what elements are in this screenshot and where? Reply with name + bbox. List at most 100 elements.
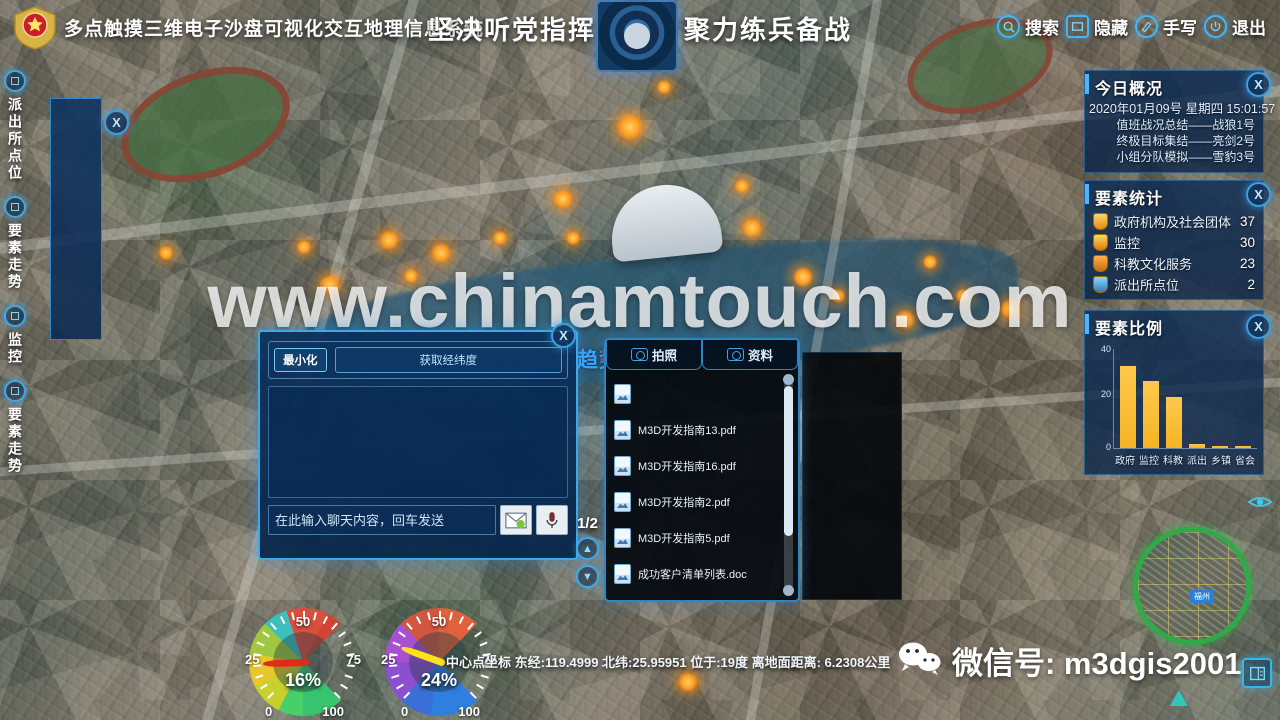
layer-icon xyxy=(4,70,26,92)
chart-x-tick-label: 派出 xyxy=(1187,456,1207,467)
stat-row[interactable]: 监控 30 xyxy=(1085,232,1263,253)
left-layer-rail: 派出所点位 要素走势 监控 要素走势 xyxy=(2,70,28,489)
toolbar-exit-label: 退出 xyxy=(1232,19,1266,38)
page-indicator: 1/2 xyxy=(577,515,598,532)
chevron-up-icon[interactable]: ▲ xyxy=(576,537,599,560)
map-navigation-arrow[interactable] xyxy=(1170,690,1188,706)
map-poi-marker[interactable] xyxy=(492,230,508,246)
stat-value: 37 xyxy=(1239,214,1255,229)
today-line: 终极目标集结——亮剑2号 xyxy=(1116,134,1255,148)
sidebar-item-police-stations[interactable]: 派出所点位 xyxy=(2,70,28,182)
stat-row[interactable]: 政府机构及社会团体 37 xyxy=(1085,211,1263,232)
map-poi-marker[interactable] xyxy=(999,298,1021,320)
toolbar-search[interactable]: 搜索 xyxy=(997,14,1059,39)
map-poi-marker[interactable] xyxy=(565,230,581,246)
sidebar-item-monitoring[interactable]: 监控 xyxy=(2,305,28,366)
list-item[interactable] xyxy=(614,592,794,602)
map-poi-marker[interactable] xyxy=(792,266,814,288)
file-name: M3D开发指南5.pdf xyxy=(638,533,730,545)
stat-value: 30 xyxy=(1239,235,1255,250)
chat-toolbar: 最小化 获取经纬度 xyxy=(268,341,568,379)
top-toolbar: 搜索 隐藏 手写 退出 xyxy=(997,14,1266,39)
file-name: M3D开发指南2.pdf xyxy=(638,497,730,509)
camera-icon xyxy=(630,348,648,361)
image-file-icon xyxy=(614,456,631,476)
map-poi-marker[interactable] xyxy=(734,178,750,194)
stat-row[interactable]: 科教文化服务 23 xyxy=(1085,253,1263,274)
map-poi-marker[interactable] xyxy=(922,254,938,270)
today-datetime: 2020年01月09号 星期四 15:01:57 xyxy=(1089,102,1276,116)
eye-icon[interactable] xyxy=(1247,494,1273,510)
wechat-icon xyxy=(898,641,942,680)
map-poi-marker[interactable] xyxy=(430,242,452,264)
sidebar-item-element-trend-2[interactable]: 要素走势 xyxy=(2,380,28,475)
gauge-value-2: 24% xyxy=(420,670,458,690)
file-list[interactable]: M3D开发指南13.pdf M3D开发指南16.pdf M3D开发指南2.pdf M3… xyxy=(606,370,798,602)
map-poi-marker[interactable] xyxy=(677,671,699,693)
chart-panel-close-button[interactable]: X xyxy=(1246,314,1271,339)
sidebar-item-element-trend-1[interactable]: 要素走势 xyxy=(2,196,28,291)
chart-bar xyxy=(1235,446,1252,448)
map-poi-marker[interactable] xyxy=(656,79,672,95)
scroll-up-dot[interactable] xyxy=(783,374,794,385)
slogan-left: 坚决听党指挥 xyxy=(428,15,597,45)
chevron-down-icon[interactable]: ▼ xyxy=(576,565,599,588)
chat-input[interactable] xyxy=(268,505,496,535)
map-poi-marker[interactable] xyxy=(403,268,419,284)
panel-accent-bar xyxy=(1085,184,1089,204)
microphone-icon[interactable] xyxy=(536,505,568,535)
toolbar-handwriting[interactable]: 手写 xyxy=(1135,14,1197,39)
stat-row[interactable]: 派出所点位 2 xyxy=(1085,274,1263,295)
stat-name: 科教文化服务 xyxy=(1114,257,1193,272)
y-tick: 40 xyxy=(1100,344,1111,354)
file-list-scrollbar[interactable] xyxy=(783,374,794,596)
list-item[interactable]: M3D开发指南13.pdf xyxy=(614,412,794,448)
tab-photo[interactable]: 拍照 xyxy=(606,340,702,370)
scrollbar-thumb[interactable] xyxy=(784,386,793,536)
map-poi-marker[interactable] xyxy=(319,274,341,296)
scroll-down-dot[interactable] xyxy=(783,585,794,596)
list-item[interactable]: 成功客户清单列表.doc xyxy=(614,556,794,592)
application-root: www.chinamtouch.com 成都趋势 有限责任公司 多点触摸三维电子… xyxy=(0,0,1280,720)
map-poi-marker[interactable] xyxy=(894,309,916,331)
police-emblem-icon xyxy=(10,5,60,51)
map-poi-marker[interactable] xyxy=(378,229,400,251)
left-panel-close-button[interactable]: X xyxy=(104,110,129,135)
image-file-icon xyxy=(614,564,631,584)
list-item[interactable]: M3D开发指南16.pdf xyxy=(614,448,794,484)
chart-bar xyxy=(1189,443,1206,448)
toolbar-hide[interactable]: 隐藏 xyxy=(1066,14,1128,39)
gauge-tick-label: 0 xyxy=(401,704,409,719)
chat-window-close-button[interactable]: X xyxy=(551,323,576,348)
minimap[interactable]: 福州 xyxy=(1133,527,1251,645)
today-panel-close-button[interactable]: X xyxy=(1246,72,1271,97)
map-poi-marker[interactable] xyxy=(552,188,574,210)
map-poi-marker[interactable] xyxy=(830,288,846,304)
get-coordinates-button[interactable]: 获取经纬度 xyxy=(334,347,562,373)
stats-panel-close-button[interactable]: X xyxy=(1246,182,1271,207)
layer-icon xyxy=(4,305,26,327)
panel-toggle-icon[interactable] xyxy=(1242,658,1272,688)
image-file-icon xyxy=(614,420,631,440)
toolbar-exit[interactable]: 退出 xyxy=(1204,14,1266,39)
chart-bar xyxy=(1212,445,1229,448)
list-item[interactable]: M3D开发指南2.pdf xyxy=(614,484,794,520)
list-item[interactable] xyxy=(614,376,794,412)
chart-y-axis: 40 20 0 xyxy=(1089,344,1113,452)
panel-accent-bar xyxy=(1085,314,1089,334)
map-poi-marker[interactable] xyxy=(158,245,174,261)
image-file-icon xyxy=(614,600,631,602)
minimize-button[interactable]: 最小化 xyxy=(274,348,327,372)
send-mail-icon[interactable] xyxy=(500,505,532,535)
minimap-ring xyxy=(1133,527,1251,645)
map-poi-marker[interactable] xyxy=(955,288,971,304)
chart-panel-title: 要素比例 xyxy=(1095,321,1164,338)
toolbar-hide-label: 隐藏 xyxy=(1094,19,1128,38)
tab-materials[interactable]: 资料 xyxy=(702,340,798,370)
list-item[interactable]: M3D开发指南5.pdf xyxy=(614,520,794,556)
map-poi-marker[interactable] xyxy=(615,112,645,142)
today-panel-title: 今日概况 xyxy=(1095,81,1164,98)
left-empty-panel xyxy=(50,98,102,340)
map-poi-marker[interactable] xyxy=(741,217,763,239)
map-poi-marker[interactable] xyxy=(296,239,312,255)
